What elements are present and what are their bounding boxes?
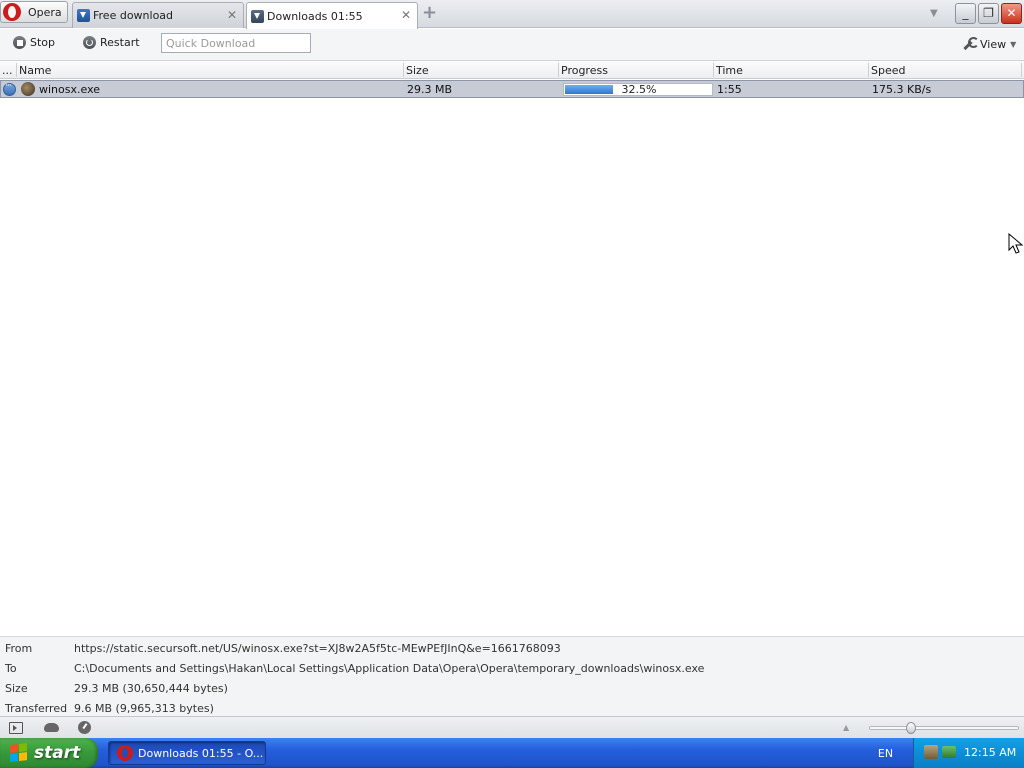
tab-free-download[interactable]: Free download ✕ [72,2,244,28]
file-type-icon [21,82,35,96]
tray-network-icon[interactable] [942,746,956,758]
restart-label: Restart [100,36,140,49]
close-tab-icon[interactable]: ✕ [401,8,411,22]
zoom-slider[interactable] [869,722,1019,734]
time-remaining: 1:55 [717,83,742,96]
close-window-button[interactable]: ✕ [1001,3,1022,24]
view-menu-button[interactable]: View ▼ [962,37,1016,51]
download-list-header: ... Name Size Progress Time Speed [0,62,1024,79]
detail-transferred: Transferred 9.6 MB (9,965,313 bytes) [0,698,1024,718]
column-divider[interactable] [16,63,17,77]
stop-button[interactable]: Stop [13,36,55,49]
quick-download-input[interactable]: Quick Download [161,33,311,53]
downloading-status-icon [3,81,16,96]
opera-logo-icon [3,3,21,21]
detail-label: Size [5,682,28,695]
progress-percent: 32.5% [621,83,657,96]
detail-size: Size 29.3 MB (30,650,444 bytes) [0,678,1024,698]
downloads-icon [251,9,264,23]
status-bar: ▲ [0,716,1024,738]
column-divider[interactable] [403,63,404,77]
detail-label: To [5,662,17,675]
new-tab-plus-icon[interactable]: + [422,4,440,23]
wrench-icon [962,37,979,51]
column-size[interactable]: Size [406,64,429,77]
size-value: 29.3 MB (30,650,444 bytes) [74,682,228,695]
system-tray: 12:15 AM [913,738,1024,768]
clock[interactable]: 12:15 AM [964,746,1016,759]
opera-unite-icon[interactable] [44,723,59,732]
chevron-down-icon: ▼ [1010,39,1017,49]
opera-menu-label: Opera [28,5,62,19]
panel-toggle-icon[interactable] [9,722,23,734]
opera-logo-icon [117,745,133,761]
tab-downloads[interactable]: Downloads 01:55 ✕ [246,2,418,29]
zoom-up-icon[interactable]: ▲ [843,723,849,732]
start-button[interactable]: start [0,738,98,768]
view-label: View [980,37,1007,51]
column-time[interactable]: Time [716,64,743,77]
stop-icon [13,36,26,49]
tray-app-icon[interactable] [924,745,938,759]
opera-menu-button[interactable]: Opera [0,1,68,23]
download-page-icon [77,9,90,22]
transferred-value: 9.6 MB (9,965,313 bytes) [74,702,214,715]
stop-label: Stop [30,36,56,49]
start-label: start [34,743,81,763]
language-indicator[interactable]: EN [858,738,913,768]
column-divider[interactable] [868,63,869,77]
tab-label: Downloads 01:55 [267,9,363,23]
destination-path[interactable]: C:\Documents and Settings\Hakan\Local Se… [74,662,704,675]
detail-label: Transferred [5,702,68,715]
download-list-area[interactable] [0,99,1024,636]
title-tab-bar: Opera Free download ✕ Downloads 01:55 ✕ … [0,0,1024,29]
downloads-toolbar: Stop Restart Quick Download View ▼ [0,29,1024,61]
zoom-slider-thumb[interactable] [906,722,916,734]
detail-from: From https://static.secursoft.net/US/win… [0,638,1024,658]
taskbar-item-label: Downloads 01:55 - O... [138,746,264,760]
table-row[interactable]: winosx.exe 29.3 MB 32.5% 1:55 175.3 KB/s [0,80,1024,98]
close-tab-icon[interactable]: ✕ [227,8,237,22]
column-divider[interactable] [558,63,559,77]
column-speed[interactable]: Speed [871,64,905,77]
restore-button[interactable]: ❐ [978,3,999,24]
tab-list-chevron-icon[interactable]: ▼ [930,8,938,19]
source-url[interactable]: https://static.secursoft.net/US/winosx.e… [74,642,561,655]
restart-icon [83,36,96,49]
tab-label: Free download [93,9,174,22]
progress-bar: 32.5% [563,83,713,96]
column-divider[interactable] [1021,63,1022,77]
taskbar-item-opera[interactable]: Downloads 01:55 - O... [108,741,266,765]
turbo-icon[interactable] [78,721,91,734]
detail-label: From [5,642,33,655]
column-divider[interactable] [713,63,714,77]
detail-to: To C:\Documents and Settings\Hakan\Local… [0,658,1024,678]
column-name[interactable]: Name [19,64,51,77]
windows-logo-icon [10,743,28,763]
mouse-cursor-icon [1008,233,1024,254]
column-progress[interactable]: Progress [561,64,608,77]
file-name: winosx.exe [39,83,101,96]
windows-taskbar: start Downloads 01:55 - O... EN 12:15 AM [0,738,1024,768]
restart-button[interactable]: Restart [83,36,140,49]
minimize-button[interactable]: _ [955,3,976,24]
file-size: 29.3 MB [407,83,453,96]
download-speed: 175.3 KB/s [872,83,932,96]
download-details-panel: From https://static.secursoft.net/US/win… [0,636,1024,716]
column-status[interactable]: ... [2,64,13,77]
